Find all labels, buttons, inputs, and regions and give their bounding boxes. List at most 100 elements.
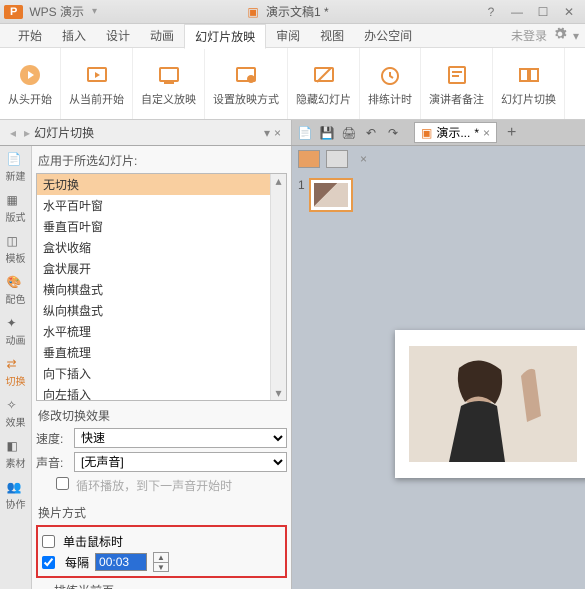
spinner-down-icon[interactable]: ▼: [154, 563, 168, 572]
scroll-up-icon[interactable]: ▴: [275, 174, 281, 188]
pane-close-button[interactable]: ×: [270, 126, 285, 140]
doc-tab-icon: ▣: [421, 126, 432, 140]
strip-new[interactable]: 📄新建: [2, 152, 30, 183]
list-item[interactable]: 横向棋盘式: [37, 279, 270, 300]
window-help-button[interactable]: ?: [479, 4, 503, 20]
new-doc-icon[interactable]: 📄: [296, 124, 314, 142]
applies-to-label: 应用于所选幻灯片:: [36, 150, 287, 173]
template-icon: ◫: [7, 234, 25, 252]
doc-icon: ▣: [247, 5, 258, 19]
doc-title: ▣ 演示文稿1 *: [97, 3, 479, 20]
list-item[interactable]: 盒状收缩: [37, 237, 270, 258]
ribbon-hide-slide[interactable]: 隐藏幻灯片: [288, 48, 360, 119]
tab-start[interactable]: 开始: [8, 24, 52, 47]
new-tab-button[interactable]: +: [507, 124, 516, 142]
strip-color[interactable]: 🎨配色: [2, 275, 30, 306]
strip-layout[interactable]: ▦版式: [2, 193, 30, 224]
advance-label: 换片方式: [38, 504, 287, 521]
doc-tab-close-button[interactable]: ×: [483, 126, 490, 140]
ribbon-slide-transition[interactable]: 幻灯片切换: [493, 48, 565, 119]
window-maximize-button[interactable]: ☐: [531, 4, 555, 20]
window-minimize-button[interactable]: —: [505, 4, 529, 20]
transition-listbox[interactable]: 无切换 水平百叶窗 垂直百叶窗 盒状收缩 盒状展开 横向棋盘式 纵向棋盘式 水平…: [36, 173, 287, 401]
slide-image: [409, 346, 577, 462]
app-name: WPS 演示: [29, 3, 84, 20]
effect-icon: ✧: [7, 398, 25, 416]
sound-select[interactable]: [无声音]: [74, 452, 287, 472]
spinner-up-icon[interactable]: ▲: [154, 553, 168, 563]
ribbon-setup-show[interactable]: 设置放映方式: [205, 48, 288, 119]
list-item[interactable]: 水平百叶窗: [37, 195, 270, 216]
scroll-down-icon[interactable]: ▾: [275, 386, 281, 400]
strip-material[interactable]: ◧素材: [2, 439, 30, 470]
document-tab[interactable]: ▣ 演示... * ×: [414, 122, 497, 143]
doc-tab-star: *: [474, 126, 479, 140]
gear-icon[interactable]: [553, 27, 567, 44]
transition-strip-icon: ⇄: [7, 357, 25, 375]
interval-spinner[interactable]: ▲ ▼: [153, 552, 169, 572]
thumb-number: 1: [298, 178, 305, 192]
strip-animation[interactable]: ✦动画: [2, 316, 30, 347]
speed-select[interactable]: 快速: [74, 428, 287, 448]
list-item[interactable]: 纵向棋盘式: [37, 300, 270, 321]
list-item[interactable]: 向下插入: [37, 363, 270, 384]
ribbon-from-current[interactable]: 从当前开始: [61, 48, 133, 119]
interval-label: 每隔: [65, 554, 89, 571]
list-item[interactable]: 无切换: [37, 174, 270, 195]
view-tabs-close-button[interactable]: ×: [360, 152, 367, 166]
ribbon-rehearse[interactable]: 排练计时: [360, 48, 421, 119]
save-icon[interactable]: 💾: [318, 124, 336, 142]
pane-next-icon[interactable]: ▸: [20, 126, 34, 140]
ribbon-from-beginning[interactable]: 从头开始: [0, 48, 61, 119]
list-item[interactable]: 向左插入: [37, 384, 270, 400]
strip-template[interactable]: ◫模板: [2, 234, 30, 265]
ribbon-custom-show[interactable]: 自定义放映: [133, 48, 205, 119]
setup-icon: [232, 61, 260, 89]
interval-input[interactable]: [95, 553, 147, 571]
tab-review[interactable]: 审阅: [266, 24, 310, 47]
tab-insert[interactable]: 插入: [52, 24, 96, 47]
tab-design[interactable]: 设计: [96, 24, 140, 47]
slide-thumbnail-1[interactable]: [309, 178, 353, 212]
list-item[interactable]: 盒状展开: [37, 258, 270, 279]
hide-slide-icon: [310, 61, 338, 89]
interval-checkbox[interactable]: [42, 556, 55, 569]
new-icon: 📄: [7, 152, 25, 170]
list-item[interactable]: 垂直百叶窗: [37, 216, 270, 237]
strip-collab[interactable]: 👥协作: [2, 480, 30, 511]
window-close-button[interactable]: ✕: [557, 4, 581, 20]
animation-icon: ✦: [7, 316, 25, 334]
advance-options-highlight: 单击鼠标时 每隔 ▲ ▼: [36, 525, 287, 578]
modify-effect-label: 修改切换效果: [38, 407, 287, 424]
listbox-scrollbar[interactable]: ▴▾: [270, 174, 286, 400]
tab-office[interactable]: 办公空间: [354, 24, 422, 47]
slide[interactable]: [395, 330, 585, 478]
tab-animation[interactable]: 动画: [140, 24, 184, 47]
doc-tab-label: 演示...: [436, 124, 470, 141]
tab-view[interactable]: 视图: [310, 24, 354, 47]
ribbon-speaker-notes[interactable]: 演讲者备注: [421, 48, 493, 119]
menu-tabs: 开始 插入 设计 动画 幻灯片放映 审阅 视图 办公空间 未登录 ▾: [0, 24, 585, 48]
view-tab-outline[interactable]: [326, 150, 348, 168]
ribbon: 从头开始 从当前开始 自定义放映 设置放映方式 隐藏幻灯片 排练计时 演讲者备注…: [0, 48, 585, 120]
custom-show-icon: [155, 61, 183, 89]
list-item[interactable]: 垂直梳理: [37, 342, 270, 363]
strip-transition[interactable]: ⇄切换: [2, 357, 30, 388]
strip-effect[interactable]: ✧效果: [2, 398, 30, 429]
login-status[interactable]: 未登录: [511, 27, 547, 44]
redo-icon[interactable]: ↷: [384, 124, 402, 142]
layout-icon: ▦: [7, 193, 25, 211]
loop-checkbox[interactable]: [56, 477, 69, 490]
title-bar: P WPS 演示 ▾ ▣ 演示文稿1 * ? — ☐ ✕: [0, 0, 585, 24]
play-icon: [16, 61, 44, 89]
print-icon[interactable]: 🖨: [340, 124, 358, 142]
undo-icon[interactable]: ↶: [362, 124, 380, 142]
on-click-checkbox[interactable]: [42, 535, 55, 548]
tab-slideshow[interactable]: 幻灯片放映: [184, 24, 266, 49]
pane-prev-icon[interactable]: ◂: [6, 126, 20, 140]
view-tab-thumbnails[interactable]: [298, 150, 320, 168]
palette-icon: 🎨: [7, 275, 25, 293]
list-item[interactable]: 水平梳理: [37, 321, 270, 342]
slide-canvas[interactable]: [292, 218, 585, 589]
dropdown-icon[interactable]: ▾: [573, 29, 579, 43]
